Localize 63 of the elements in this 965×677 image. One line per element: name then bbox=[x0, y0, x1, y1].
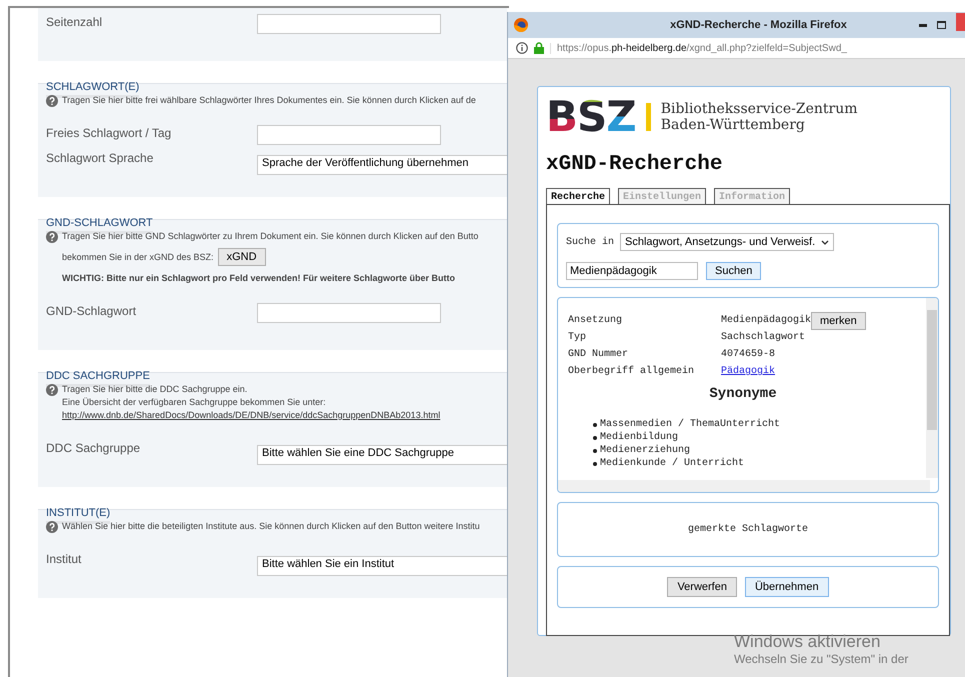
select-field[interactable]: Bitte wählen Sie ein Institut bbox=[257, 556, 507, 576]
broader-term-link[interactable]: Pädagogik bbox=[721, 366, 776, 377]
info-icon bbox=[516, 42, 528, 54]
lock-icon bbox=[534, 42, 544, 54]
vertical-scrollbar[interactable] bbox=[926, 298, 938, 478]
select-field[interactable]: Bitte wählen Sie eine DDC Sachgruppe bbox=[257, 445, 507, 465]
result-value: Sachschlagwort bbox=[721, 332, 806, 343]
result-value: Medienpädagogik bbox=[721, 315, 812, 326]
tab[interactable]: Recherche bbox=[546, 188, 610, 204]
result-key: Typ bbox=[568, 332, 721, 343]
help-text: bekommen Sie in der xGND des BSZ: bbox=[62, 250, 214, 264]
ddc-link[interactable]: http://www.dnb.de/SharedDocs/Downloads/DE/DNB/service/ddcSachgruppenDNBAb2013.html bbox=[62, 409, 440, 422]
logo-letters: BSZ bbox=[546, 97, 636, 137]
field-label: Schlagwort Sprache bbox=[46, 150, 154, 165]
search-button[interactable]: Suchen bbox=[706, 262, 762, 280]
bullet-icon bbox=[593, 422, 597, 426]
activation-notice: Windows aktivieren bbox=[734, 632, 882, 652]
action-button[interactable]: Übernehmen bbox=[744, 577, 829, 597]
remember-button[interactable]: merken bbox=[811, 312, 866, 330]
field-label: DDC Sachgruppe bbox=[46, 440, 142, 455]
synonyms-heading: Synonyme bbox=[708, 386, 778, 402]
logo-text: Bibliotheksservice-Zentrum bbox=[660, 101, 858, 117]
horizontal-scrollbar[interactable] bbox=[558, 480, 930, 492]
bullet-icon bbox=[593, 448, 597, 452]
page-heading: xGND-Recherche bbox=[546, 153, 724, 176]
search-label: Suche in bbox=[566, 236, 614, 248]
logo-bar bbox=[646, 103, 651, 131]
field-label: Freies Schlagwort / Tag bbox=[46, 125, 172, 140]
result-key: GND Nummer bbox=[568, 349, 721, 360]
chevron-icon bbox=[821, 240, 830, 244]
help-icon bbox=[46, 521, 58, 533]
select-field[interactable]: Sprache der Veröffentlichung übernehmen bbox=[257, 155, 507, 175]
synonym-item: Medienkunde / Unterricht bbox=[600, 457, 744, 470]
input-field[interactable] bbox=[257, 125, 441, 145]
xgnd-button[interactable]: xGND bbox=[218, 248, 266, 266]
help-text: Eine Übersicht der verfügbaren Sachgruppe bekommen Sie unter: bbox=[62, 396, 327, 409]
input-field[interactable] bbox=[257, 14, 441, 34]
activation-hint: Wechseln Sie zu "System" in der bbox=[734, 652, 908, 666]
result-key: Oberbegriff allgemein bbox=[568, 366, 721, 377]
window-title: xGND-Recherche - Mozilla Firefox bbox=[669, 19, 848, 31]
field-label: Institut bbox=[46, 551, 82, 566]
warning-text: WICHTIG: Bitte nur ein Schlagwort pro Feld verwenden! Für weitere Schlagworte über Butto bbox=[62, 272, 456, 285]
field-label: Seitenzahl bbox=[46, 14, 104, 29]
logo-text: Baden-Württemberg bbox=[660, 117, 806, 133]
help-icon bbox=[46, 95, 58, 107]
result-key: Ansetzung bbox=[568, 315, 721, 326]
synonym-item: Massenmedien / ThemaUnterricht bbox=[600, 418, 780, 431]
minimize-icon[interactable] bbox=[919, 24, 927, 26]
field-label: GND-Schlagwort bbox=[46, 303, 138, 318]
bullet-icon bbox=[593, 462, 597, 466]
saved-terms-label: gemerkte Schlagworte bbox=[688, 524, 808, 535]
synonym-item: Medienbildung bbox=[600, 431, 678, 444]
help-icon bbox=[46, 231, 58, 243]
input-field[interactable] bbox=[257, 303, 441, 323]
help-icon bbox=[46, 384, 58, 396]
search-field[interactable]: Medienpädagogik bbox=[566, 262, 698, 280]
bullet-icon bbox=[593, 436, 597, 440]
result-value: 4074659-8 bbox=[721, 349, 776, 360]
action-button[interactable]: Verwerfen bbox=[667, 577, 737, 597]
synonym-item: Medienerziehung bbox=[600, 444, 690, 457]
firefox-icon bbox=[514, 18, 528, 32]
scope-dropdown[interactable]: Schlagwort, Ansetzungs- und Verweisf. bbox=[620, 233, 834, 251]
maximize-icon[interactable] bbox=[937, 21, 946, 29]
